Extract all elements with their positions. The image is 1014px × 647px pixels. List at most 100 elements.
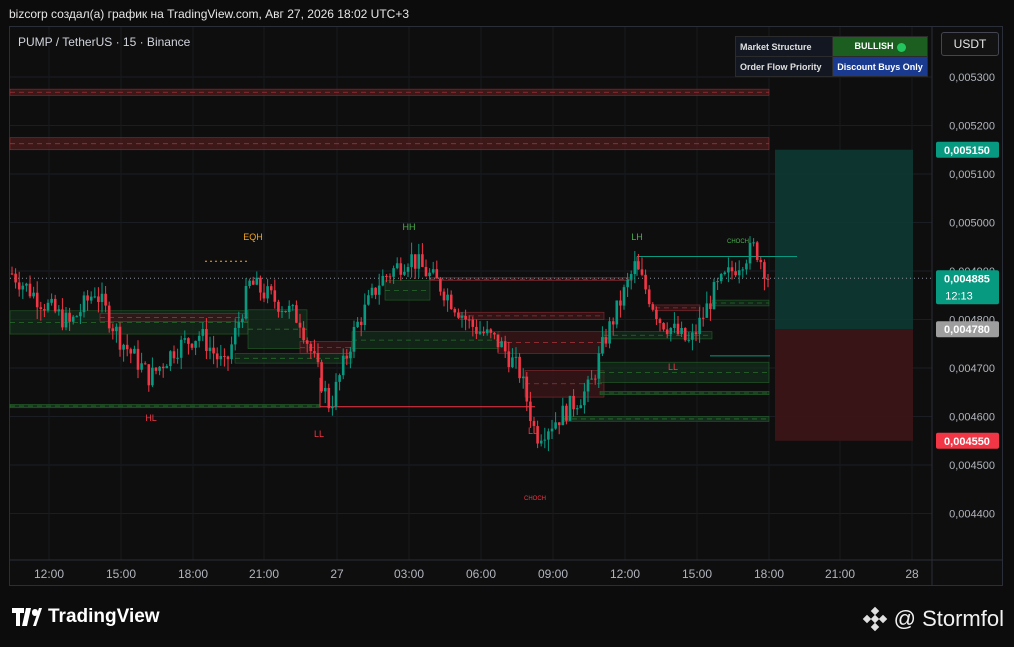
bar-countdown-label: 12:13: [945, 290, 973, 302]
candle: [215, 347, 219, 368]
order-flow-label: Order Flow Priority: [735, 56, 833, 77]
candle: [745, 259, 748, 275]
price-tag-current-label: 0,004885: [944, 273, 990, 285]
candle: [399, 257, 403, 281]
candle: [107, 301, 111, 333]
tradingview-logo[interactable]: TradingView: [12, 606, 160, 628]
candle: [320, 359, 323, 394]
candle: [338, 373, 341, 391]
candle: [89, 291, 93, 304]
candle: [165, 364, 169, 369]
candle: [172, 345, 176, 364]
candle: [244, 278, 248, 321]
time-axis-label: 12:00: [610, 567, 640, 581]
structure-label: CHOCH: [727, 239, 749, 245]
candle: [61, 298, 64, 331]
candle: [179, 335, 183, 370]
candle: [673, 312, 676, 333]
author-signature: @ Stormfol: [862, 606, 1004, 632]
structure-label: LL: [314, 429, 324, 439]
time-axis-label: 12:00: [34, 567, 64, 581]
candle: [161, 363, 165, 378]
candle: [352, 320, 356, 359]
candle: [370, 283, 374, 299]
candle: [644, 269, 647, 295]
candle: [356, 317, 359, 329]
market-structure-label: Market Structure: [735, 36, 833, 57]
candle: [53, 294, 57, 314]
candle: [521, 368, 525, 389]
candle: [219, 344, 223, 366]
binance-logo-icon: [862, 606, 887, 632]
candle: [734, 262, 737, 278]
candle: [125, 334, 129, 357]
market-structure-text: BULLISH: [854, 41, 894, 52]
candle: [187, 337, 190, 355]
candle: [140, 352, 143, 373]
market-structure-value: BULLISH: [832, 36, 928, 57]
candle: [525, 371, 529, 412]
candle: [403, 264, 406, 277]
price-chart[interactable]: EQH HH LH CHOCH HL LL LL CHOCH LL 0,005300 0,00520…: [0, 0, 1014, 647]
time-axis-label: 28: [905, 567, 919, 581]
market-info-table: Market Structure BULLISH Order Flow Prio…: [735, 36, 928, 77]
candle: [295, 300, 298, 324]
tradingview-logo-icon: [12, 608, 42, 626]
price-tag-take_profit-label: 0,005150: [944, 145, 990, 157]
time-axis-label: 18:00: [754, 567, 784, 581]
candle: [50, 293, 53, 306]
candle: [323, 380, 327, 404]
price-axis-label: 0,004500: [949, 460, 995, 472]
candle: [93, 287, 97, 299]
candle: [647, 285, 651, 308]
price-tag-entry-label: 0,004780: [944, 324, 990, 336]
structure-label: EQH: [243, 232, 263, 242]
candle: [568, 395, 572, 422]
candle: [395, 257, 399, 270]
candle: [615, 300, 619, 329]
price-axis-label: 0,004600: [949, 412, 995, 424]
candle: [194, 340, 197, 356]
candle: [97, 287, 100, 313]
candle: [431, 261, 435, 275]
structure-label: CHOCH: [524, 496, 546, 502]
take-profit-zone: [775, 149, 913, 330]
candle: [381, 269, 385, 287]
candle: [32, 286, 35, 299]
candle: [723, 270, 727, 276]
candle: [435, 260, 439, 279]
candle: [748, 236, 752, 270]
candle: [374, 287, 377, 300]
time-axis-label: 21:00: [249, 567, 279, 581]
candle: [158, 366, 161, 376]
candle: [230, 336, 233, 364]
candle: [226, 355, 230, 371]
candle: [417, 243, 421, 278]
candle: [122, 343, 125, 362]
structure-label: HL: [145, 413, 157, 423]
candle: [662, 322, 665, 332]
candle: [413, 254, 417, 279]
candle: [601, 326, 604, 357]
candle: [151, 357, 154, 388]
candle: [136, 340, 140, 379]
candle: [658, 317, 662, 332]
candle: [273, 279, 277, 309]
currency-button[interactable]: USDT: [941, 32, 999, 56]
candle: [586, 375, 590, 403]
candle: [457, 308, 460, 320]
candle: [683, 327, 687, 342]
candle: [453, 307, 457, 317]
candle: [248, 278, 251, 289]
time-axis-label: 09:00: [538, 567, 568, 581]
candle: [626, 272, 629, 298]
candle: [608, 317, 611, 349]
time-axis-label: 21:00: [825, 567, 855, 581]
candle: [752, 238, 755, 247]
candle: [709, 295, 712, 321]
candle: [741, 266, 745, 278]
candle: [208, 336, 212, 360]
candle: [737, 260, 741, 284]
candle: [575, 405, 579, 416]
candle: [712, 278, 716, 310]
